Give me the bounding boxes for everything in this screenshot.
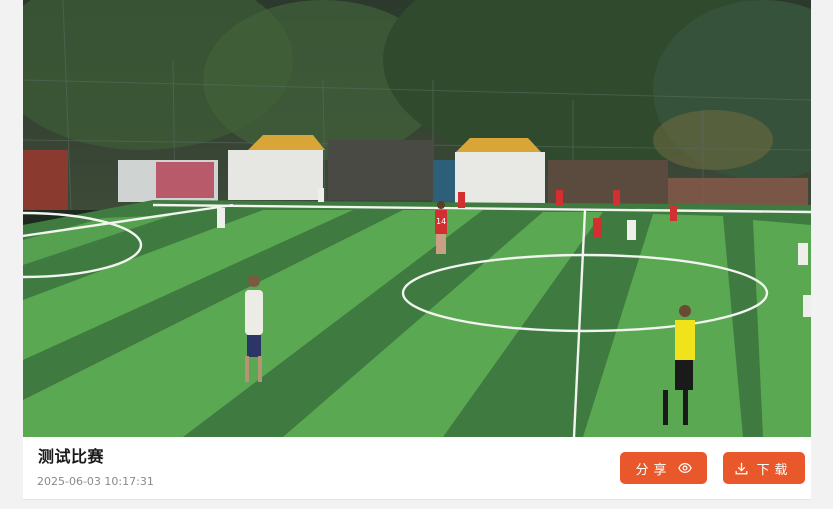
match-timestamp: 2025-06-03 10:17:31 bbox=[37, 475, 154, 488]
match-info-bar: 测试比赛 2025-06-03 10:17:31 分享 下载 bbox=[23, 437, 811, 500]
share-button[interactable]: 分享 bbox=[620, 452, 707, 484]
share-button-label: 分享 bbox=[635, 462, 672, 478]
player-number: 14 bbox=[436, 217, 446, 226]
eye-icon bbox=[677, 461, 692, 475]
download-icon bbox=[735, 462, 748, 475]
video-frame: 14 bbox=[23, 0, 811, 437]
video-player[interactable]: 14 bbox=[23, 0, 811, 437]
download-button[interactable]: 下载 bbox=[723, 452, 805, 484]
match-title: 测试比赛 bbox=[38, 447, 105, 466]
download-button-label: 下载 bbox=[756, 462, 793, 478]
match-card: 14 测试比赛 2025-06-03 10:17:31 分享 下载 bbox=[23, 0, 811, 500]
